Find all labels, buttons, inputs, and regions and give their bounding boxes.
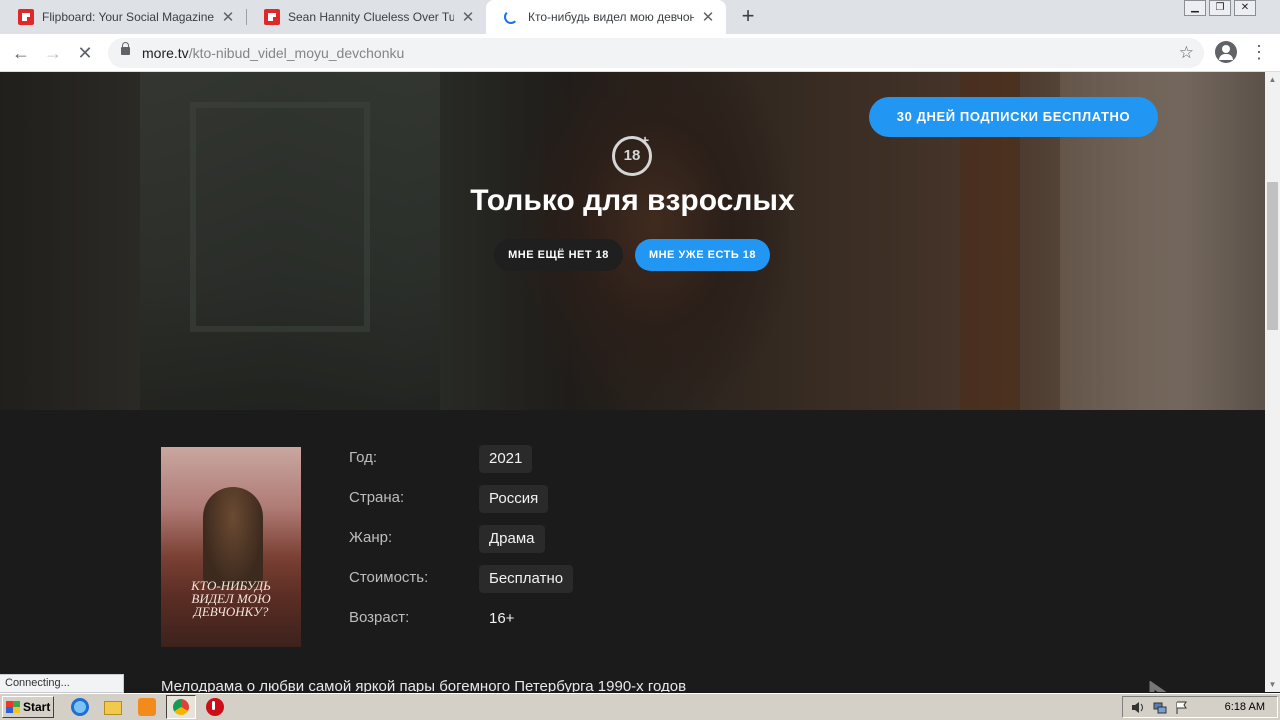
- address-bar[interactable]: more.tv/kto-nibud_videl_moyu_devchonku ☆: [108, 38, 1204, 68]
- loading-spinner-icon: [504, 10, 518, 24]
- chrome-taskbar-button[interactable]: [166, 695, 196, 719]
- windows-flag-icon: [6, 701, 20, 713]
- genre-label: Жанр:: [349, 529, 393, 546]
- back-arrow-icon[interactable]: ←: [8, 40, 34, 66]
- hero-banner: 30 ДНЕЙ ПОДПИСКИ БЕСПЛАТНО 18 + Только д…: [0, 72, 1265, 410]
- volume-icon[interactable]: [1131, 701, 1145, 714]
- price-label: Стоимость:: [349, 569, 429, 586]
- tab-title: Sean Hannity Clueless Over Tucker C: [288, 10, 454, 24]
- window-controls: ▁ ❐ ✕: [1181, 0, 1256, 18]
- movie-description: Мелодрама о любви самой яркой пары богем…: [161, 678, 687, 692]
- scroll-thumb[interactable]: [1267, 182, 1278, 330]
- over-18-button[interactable]: МНЕ УЖЕ ЕСТЬ 18: [635, 239, 770, 271]
- year-value[interactable]: 2021: [479, 445, 533, 473]
- lock-icon: [121, 42, 130, 55]
- tab-flipboard[interactable]: Flipboard: Your Social Magazine ✕: [0, 0, 247, 34]
- taskbar: Start 6:18 AM: [0, 693, 1280, 720]
- age-value: 16+: [489, 610, 515, 627]
- page-viewport: 30 ДНЕЙ ПОДПИСКИ БЕСПЛАТНО 18 + Только д…: [0, 72, 1265, 692]
- minimize-button[interactable]: ▁: [1184, 0, 1206, 16]
- tab-title: Кто-нибудь видел мою девчонку?: [528, 10, 694, 24]
- age-gate-title: Только для взрослых: [470, 184, 795, 217]
- start-button[interactable]: Start: [2, 696, 54, 718]
- opera-icon[interactable]: [206, 698, 224, 716]
- bookmark-star-icon[interactable]: ☆: [1179, 38, 1194, 68]
- action-center-flag-icon[interactable]: [1175, 701, 1189, 714]
- free-subscription-button[interactable]: 30 ДНЕЙ ПОДПИСКИ БЕСПЛАТНО: [869, 97, 1158, 137]
- under-18-button[interactable]: МНЕ ЕЩЁ НЕТ 18: [494, 239, 623, 271]
- flipboard-icon: [18, 9, 34, 25]
- play-logo-icon: [1149, 681, 1167, 692]
- age-label: Возраст:: [349, 609, 410, 626]
- tab-hannity[interactable]: Sean Hannity Clueless Over Tucker C ✕: [246, 0, 487, 34]
- status-bubble: Connecting...: [0, 674, 124, 693]
- flipboard-icon: [264, 9, 280, 25]
- poster-title: Кто-нибудь видел мою девчонку?: [191, 578, 271, 619]
- internet-explorer-icon[interactable]: [71, 698, 89, 716]
- stop-loading-icon[interactable]: ✕: [72, 40, 98, 66]
- new-tab-button[interactable]: +: [736, 4, 760, 30]
- url-text: more.tv/kto-nibud_videl_moyu_devchonku: [142, 45, 405, 61]
- kebab-menu-icon[interactable]: ⋮: [1250, 40, 1268, 64]
- close-window-button[interactable]: ✕: [1234, 0, 1256, 16]
- network-icon[interactable]: [1153, 701, 1167, 714]
- account-icon[interactable]: [1215, 41, 1237, 63]
- country-label: Страна:: [349, 489, 405, 506]
- page-scrollbar[interactable]: ▲ ▼: [1265, 72, 1280, 692]
- scroll-up-arrow-icon[interactable]: ▲: [1265, 72, 1280, 87]
- close-icon[interactable]: ✕: [220, 8, 236, 26]
- age-plus-icon: +: [641, 132, 650, 148]
- price-value[interactable]: Бесплатно: [479, 565, 574, 593]
- clock: 6:18 AM: [1224, 701, 1265, 713]
- restore-button[interactable]: ❐: [1209, 0, 1231, 16]
- tab-strip: Flipboard: Your Social Magazine ✕ Sean H…: [0, 0, 1280, 34]
- forward-arrow-icon[interactable]: →: [40, 40, 66, 66]
- folder-icon[interactable]: [104, 701, 122, 715]
- close-icon[interactable]: ✕: [700, 8, 716, 26]
- system-tray: 6:18 AM: [1122, 696, 1278, 718]
- scroll-down-arrow-icon[interactable]: ▼: [1265, 677, 1280, 692]
- genre-value[interactable]: Драма: [479, 525, 545, 553]
- year-label: Год:: [349, 449, 378, 466]
- tab-title: Flipboard: Your Social Magazine: [42, 10, 214, 24]
- anyrun-watermark: ANY RUN: [1040, 680, 1265, 692]
- close-icon[interactable]: ✕: [460, 8, 476, 26]
- tab-active-movie[interactable]: Кто-нибудь видел мою девчонку? ✕: [486, 0, 726, 34]
- country-value[interactable]: Россия: [479, 485, 549, 513]
- browser-toolbar: ← → ✕ more.tv/kto-nibud_videl_moyu_devch…: [0, 34, 1280, 72]
- movie-poster[interactable]: Кто-нибудь видел мою девчонку?: [161, 447, 301, 647]
- media-player-icon[interactable]: [138, 698, 156, 716]
